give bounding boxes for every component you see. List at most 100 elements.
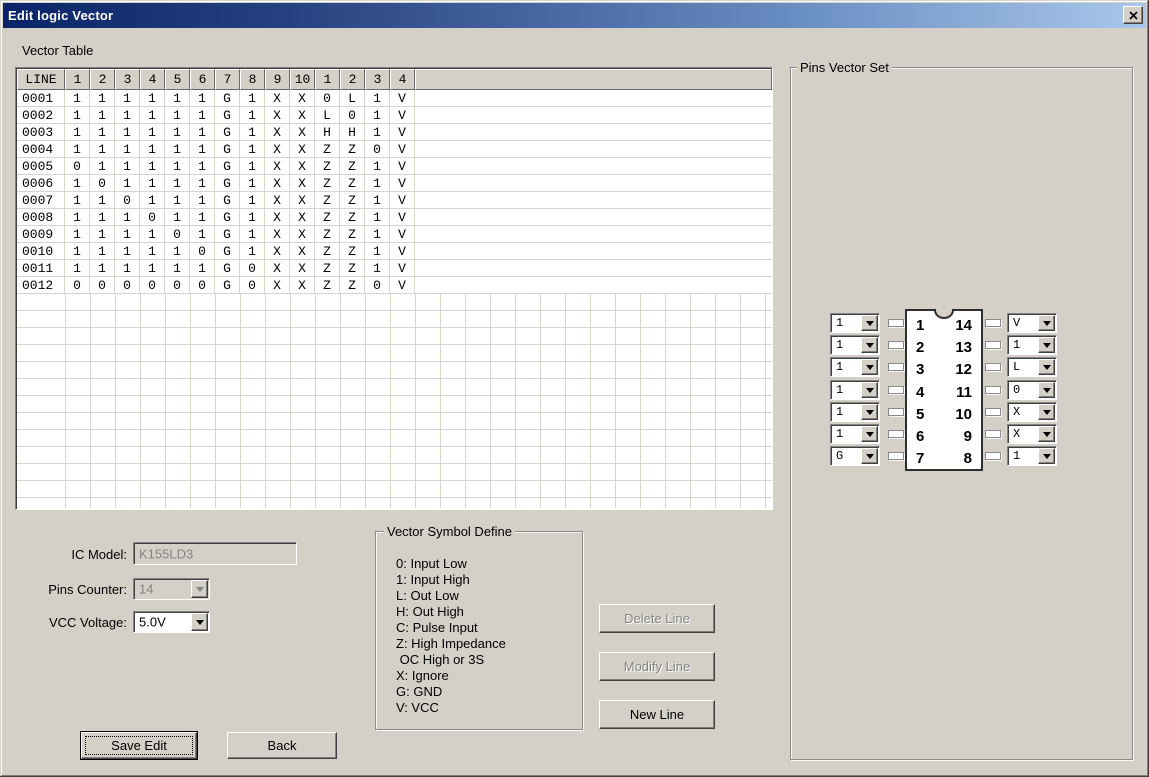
pin-9-select-value: X xyxy=(1013,427,1021,441)
value-cell: 0 xyxy=(190,243,215,259)
pin-10-select-value: X xyxy=(1013,405,1021,419)
value-cell: V xyxy=(390,260,415,276)
value-cell: 1 xyxy=(115,158,140,174)
pin-3-select-value: 1 xyxy=(836,360,844,374)
pin-13-select-dropdown-button[interactable] xyxy=(1038,337,1055,353)
value-cell: 1 xyxy=(115,175,140,191)
table-row[interactable]: 0006 1 0 1 1 1 1 G 1 X X Z Z 1 V xyxy=(17,175,772,192)
pin-14-select-dropdown-button[interactable] xyxy=(1038,315,1055,331)
save-edit-button[interactable]: Save Edit xyxy=(80,731,198,760)
pin-number-14: 14 xyxy=(955,317,972,334)
grid-empty-area xyxy=(17,294,772,508)
pin-6-select-dropdown-button[interactable] xyxy=(861,426,878,442)
pin-7-select-value: G xyxy=(836,449,844,463)
header-filler xyxy=(415,69,772,90)
table-row[interactable]: 0004 1 1 1 1 1 1 G 1 X X Z Z 0 V xyxy=(17,141,772,158)
value-cell: 1 xyxy=(365,90,390,106)
value-cell: G xyxy=(215,260,240,276)
pin-2-select-dropdown-button[interactable] xyxy=(861,337,878,353)
pin-11-select-dropdown-button[interactable] xyxy=(1038,382,1055,398)
value-cell: 1 xyxy=(165,243,190,259)
pin-9-select-dropdown-button[interactable] xyxy=(1038,426,1055,442)
value-cell: V xyxy=(390,277,415,293)
value-cell: V xyxy=(390,243,415,259)
pin-3-select-dropdown-button[interactable] xyxy=(861,359,878,375)
table-row[interactable]: 0011 1 1 1 1 1 1 G 0 X X Z Z 1 V xyxy=(17,260,772,277)
pin-13-select[interactable]: 1 xyxy=(1007,335,1057,355)
value-cell: 0 xyxy=(115,192,140,208)
value-cell: 0 xyxy=(340,107,365,123)
pin-12-select-dropdown-button[interactable] xyxy=(1038,359,1055,375)
header-col-1: 1 xyxy=(65,69,90,90)
pin-3-select[interactable]: 1 xyxy=(830,357,880,377)
pin-1-select-dropdown-button[interactable] xyxy=(861,315,878,331)
pin-11-select[interactable]: 0 xyxy=(1007,380,1057,400)
pin-11-select-value: 0 xyxy=(1013,383,1021,397)
table-row[interactable]: 0001 1 1 1 1 1 1 G 1 X X 0 L 1 V xyxy=(17,90,772,107)
row-filler xyxy=(415,226,772,242)
pin-4-select-dropdown-button[interactable] xyxy=(861,382,878,398)
value-cell: 1 xyxy=(190,158,215,174)
pin-1-select[interactable]: 1 xyxy=(830,313,880,333)
pin-lead xyxy=(985,430,1001,438)
symbol-define-line: 1: Input High xyxy=(396,572,470,587)
table-row[interactable]: 0005 0 1 1 1 1 1 G 1 X X Z Z 1 V xyxy=(17,158,772,175)
symbol-define-line: V: VCC xyxy=(396,700,439,715)
header-col-6: 6 xyxy=(190,69,215,90)
pin-lead xyxy=(888,319,904,327)
value-cell: X xyxy=(290,141,315,157)
pin-4-select[interactable]: 1 xyxy=(830,380,880,400)
value-cell: 0 xyxy=(365,277,390,293)
dropdown-arrow-icon xyxy=(1042,321,1051,326)
pin-5-select-dropdown-button[interactable] xyxy=(861,404,878,420)
value-cell: 1 xyxy=(140,158,165,174)
value-cell: 0 xyxy=(240,260,265,276)
table-row[interactable]: 0002 1 1 1 1 1 1 G 1 X X L 0 1 V xyxy=(17,107,772,124)
value-cell: X xyxy=(265,107,290,123)
table-row[interactable]: 0012 0 0 0 0 0 0 G 0 X X Z Z 0 V xyxy=(17,277,772,294)
pin-12-select[interactable]: L xyxy=(1007,357,1057,377)
dropdown-arrow-icon xyxy=(1042,454,1051,459)
value-cell: Z xyxy=(340,141,365,157)
vcc-voltage-dropdown-button[interactable] xyxy=(191,613,208,631)
close-button[interactable] xyxy=(1123,6,1143,24)
pin-number-10: 10 xyxy=(955,406,972,423)
pin-2-select[interactable]: 1 xyxy=(830,335,880,355)
value-cell: Z xyxy=(340,226,365,242)
back-button[interactable]: Back xyxy=(227,732,337,759)
pin-number-7: 7 xyxy=(916,450,925,467)
value-cell: X xyxy=(290,260,315,276)
new-line-button[interactable]: New Line xyxy=(599,700,715,729)
value-cell: Z xyxy=(315,243,340,259)
table-row[interactable]: 0007 1 1 0 1 1 1 G 1 X X Z Z 1 V xyxy=(17,192,772,209)
value-cell: Z xyxy=(340,175,365,191)
dropdown-arrow-icon xyxy=(1042,343,1051,348)
pin-8-select[interactable]: 1 xyxy=(1007,446,1057,466)
pin-10-select[interactable]: X xyxy=(1007,402,1057,422)
value-cell: X xyxy=(290,175,315,191)
pin-5-select[interactable]: 1 xyxy=(830,402,880,422)
pin-6-select[interactable]: 1 xyxy=(830,424,880,444)
pin-10-select-dropdown-button[interactable] xyxy=(1038,404,1055,420)
pin-7-select-dropdown-button[interactable] xyxy=(861,448,878,464)
header-col-5: 5 xyxy=(165,69,190,90)
pin-7-select[interactable]: G xyxy=(830,446,880,466)
table-row[interactable]: 0010 1 1 1 1 1 0 G 1 X X Z Z 1 V xyxy=(17,243,772,260)
pin-14-select[interactable]: V xyxy=(1007,313,1057,333)
value-cell: 1 xyxy=(190,175,215,191)
row-filler xyxy=(415,243,772,259)
pin-lead xyxy=(888,341,904,349)
vector-table-grid[interactable]: LINE 1 2 3 4 5 6 7 8 9 10 1 2 3 4 0001 1 1 1 1 1 1 G 1 X X 0 L 1 V 00… xyxy=(15,67,773,510)
value-cell: 1 xyxy=(165,158,190,174)
pin-8-select-dropdown-button[interactable] xyxy=(1038,448,1055,464)
pin-9-select[interactable]: X xyxy=(1007,424,1057,444)
vcc-voltage-select[interactable]: 5.0V xyxy=(133,611,210,633)
ic-model-value: K155LD3 xyxy=(139,546,194,561)
table-row[interactable]: 0008 1 1 1 0 1 1 G 1 X X Z Z 1 V xyxy=(17,209,772,226)
value-cell: 1 xyxy=(90,192,115,208)
table-row[interactable]: 0003 1 1 1 1 1 1 G 1 X X H H 1 V xyxy=(17,124,772,141)
table-row[interactable]: 0009 1 1 1 1 0 1 G 1 X X Z Z 1 V xyxy=(17,226,772,243)
line-cell: 0011 xyxy=(17,260,65,276)
vcc-voltage-label: VCC Voltage: xyxy=(48,615,127,630)
header-col-10: 10 xyxy=(290,69,315,90)
